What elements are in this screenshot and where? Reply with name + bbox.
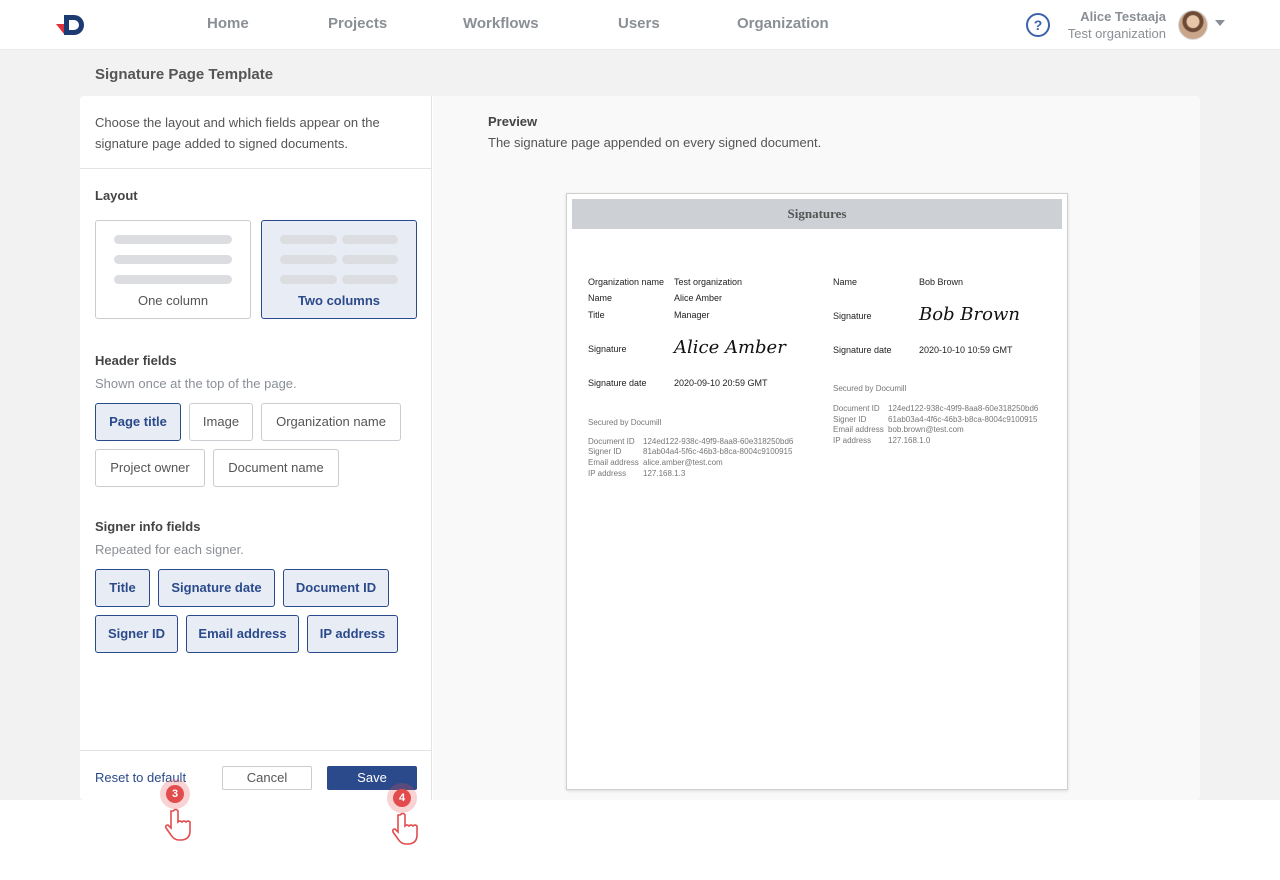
preview-panel: Preview The signature page appended on e… (433, 96, 1200, 800)
layout-preview-bar (342, 255, 398, 264)
preview-value: 81ab04a4-5f6c-46b3-b8ca-8004c9100915 (643, 447, 793, 456)
intro-text: Choose the layout and which fields appea… (95, 115, 380, 151)
preview-value: bob.brown@test.com (888, 425, 964, 434)
pointer-hand-icon (391, 812, 418, 845)
preview-subtitle: The signature page appended on every sig… (488, 135, 822, 150)
layout-preview-bar (114, 255, 232, 264)
layout-preview-bar (342, 275, 398, 284)
hint-badge: 3 (166, 785, 184, 803)
nav-users[interactable]: Users (618, 15, 660, 32)
signature-bob: Bob Brown (919, 304, 1020, 325)
secured-by: Secured by Documill (833, 384, 907, 393)
chip-image[interactable]: Image (189, 403, 253, 441)
preview-value: 2020-10-10 10:59 GMT (919, 345, 1013, 355)
preview-header: Signatures (572, 199, 1062, 229)
user-organization: Test organization (1067, 26, 1166, 41)
page-title: Signature Page Template (95, 66, 274, 83)
header-fields-subtitle: Shown once at the top of the page. (95, 376, 297, 391)
preview-label: Signature (833, 311, 872, 321)
chevron-down-icon[interactable] (1215, 20, 1225, 26)
preview-label: Signature (588, 344, 627, 354)
preview-value: 61ab03a4-4f6c-46b3-b8ca-8004c9100915 (888, 415, 1038, 424)
footer-divider (80, 750, 432, 751)
preview-title: Preview (488, 114, 538, 129)
preview-label: Email address (588, 458, 639, 467)
layout-preview-bar (342, 235, 398, 244)
preview-label: Email address (833, 425, 884, 434)
preview-value: 124ed122-938c-49f9-8aa8-60e318250bd6 (643, 437, 794, 446)
layout-preview-bar (280, 235, 337, 244)
signer-fields-title: Signer info fields (95, 519, 201, 534)
chip-project-owner[interactable]: Project owner (95, 449, 205, 487)
layout-label: Two columns (297, 293, 381, 308)
preview-label: Document ID (588, 437, 635, 446)
layout-preview-bar (114, 235, 232, 244)
nav-workflows[interactable]: Workflows (463, 15, 539, 32)
nav-organization[interactable]: Organization (737, 15, 829, 32)
preview-label: Name (833, 277, 858, 287)
divider (80, 168, 432, 169)
layout-preview-bar (114, 275, 232, 284)
layout-preview-bar (280, 275, 337, 284)
nav-home[interactable]: Home (207, 15, 249, 32)
preview-value: 127.168.1.0 (888, 436, 931, 445)
preview-value: Test organization (674, 277, 743, 287)
hint-badge: 4 (393, 789, 411, 807)
signer-fields-subtitle: Repeated for each signer. (95, 542, 244, 557)
pointer-hand-icon (164, 808, 191, 841)
chip-document-id[interactable]: Document ID (283, 569, 389, 607)
user-name[interactable]: Alice Testaaja (1080, 9, 1166, 24)
hint-marker-3: 3 (160, 779, 190, 809)
layout-title: Layout (95, 188, 138, 203)
preview-label: Name (588, 293, 613, 303)
preview-value: 2020-09-10 20:59 GMT (674, 378, 768, 388)
documill-logo-icon[interactable] (56, 12, 90, 38)
chip-organization-name[interactable]: Organization name (261, 403, 401, 441)
layout-preview-bar (280, 255, 337, 264)
chip-signature-date[interactable]: Signature date (158, 569, 275, 607)
preview-label: Signature date (833, 345, 892, 355)
preview-value: Bob Brown (919, 277, 964, 287)
preview-label: Signer ID (833, 415, 867, 424)
layout-label: One column (137, 293, 209, 308)
help-icon[interactable]: ? (1026, 13, 1050, 37)
chip-ip-address[interactable]: IP address (307, 615, 398, 653)
preview-value: Alice Amber (674, 293, 723, 303)
layout-one-column[interactable]: One column (95, 220, 251, 319)
header-fields-title: Header fields (95, 353, 177, 368)
chip-page-title[interactable]: Page title (95, 403, 181, 441)
page-area: Signature Page Template Choose the layou… (0, 50, 1280, 800)
cancel-button[interactable]: Cancel (222, 766, 312, 790)
hint-marker-4: 4 (387, 783, 417, 813)
preview-value: Manager (674, 310, 710, 320)
chip-email-address[interactable]: Email address (186, 615, 299, 653)
settings-panel: Choose the layout and which fields appea… (80, 96, 432, 800)
preview-label: Title (588, 310, 605, 320)
preview-label: Document ID (833, 404, 880, 413)
secured-by: Secured by Documill (588, 418, 662, 427)
top-nav: Home Projects Workflows Users Organizati… (0, 0, 1280, 50)
signature-page-preview: Signatures Organization name Test organi… (566, 193, 1068, 790)
preview-value: alice.amber@test.com (643, 458, 723, 467)
layout-two-columns[interactable]: Two columns (261, 220, 417, 319)
chip-title[interactable]: Title (95, 569, 150, 607)
template-card: Choose the layout and which fields appea… (80, 96, 1200, 800)
preview-value: 127.168.1.3 (643, 469, 686, 478)
preview-label: IP address (588, 469, 627, 478)
chip-document-name[interactable]: Document name (213, 449, 339, 487)
preview-label: Signer ID (588, 447, 622, 456)
signature-alice: Alice Amber (674, 337, 786, 358)
preview-value: 124ed122-938c-49f9-8aa8-60e318250bd6 (888, 404, 1039, 413)
chip-signer-id[interactable]: Signer ID (95, 615, 178, 653)
preview-label: Signature date (588, 378, 647, 388)
preview-label: Organization name (588, 277, 665, 287)
nav-projects[interactable]: Projects (328, 15, 387, 32)
preview-label: IP address (833, 436, 872, 445)
avatar[interactable] (1178, 10, 1208, 40)
